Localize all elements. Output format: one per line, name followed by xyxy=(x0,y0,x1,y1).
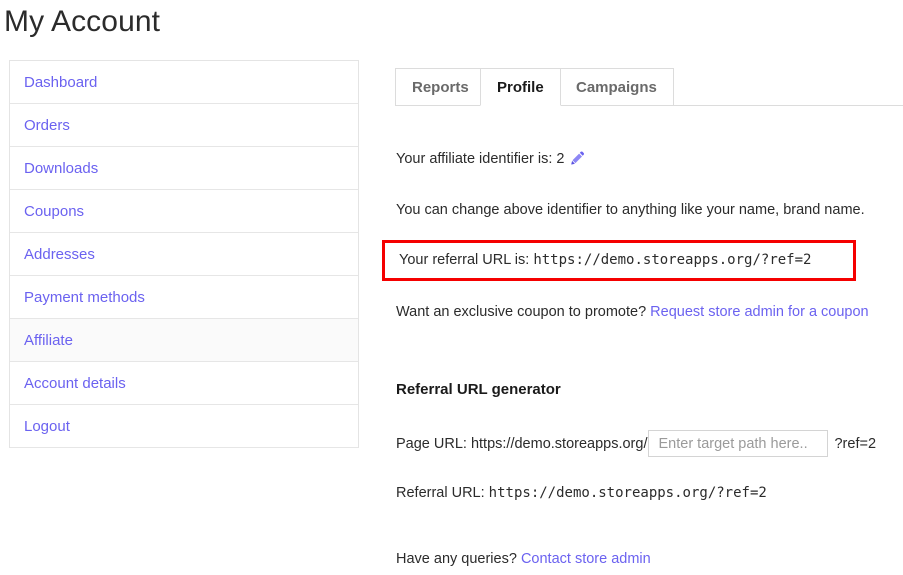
identifier-change-note: You can change above identifier to anyth… xyxy=(396,202,865,218)
generated-referral-url-value: https://demo.storeapps.org/?ref=2 xyxy=(488,485,767,501)
page-url-suffix: ?ref=2 xyxy=(834,435,877,452)
referral-url-value: https://demo.storeapps.org/?ref=2 xyxy=(533,252,812,268)
pencil-icon[interactable] xyxy=(570,150,586,166)
queries-text: Have any queries? xyxy=(396,551,517,567)
generated-referral-url-label: Referral URL: xyxy=(396,485,485,501)
queries-line: Have any queries? Contact store admin xyxy=(396,549,651,569)
affiliate-identifier-value: 2 xyxy=(556,151,565,167)
sidebar-link-orders[interactable]: Orders xyxy=(24,116,70,135)
sidebar-item-orders[interactable]: Orders xyxy=(10,104,358,147)
referral-url-highlight-box: Your referral URL is: https://demo.store… xyxy=(382,240,856,281)
sidebar-link-affiliate[interactable]: Affiliate xyxy=(24,331,73,350)
sidebar-link-dashboard[interactable]: Dashboard xyxy=(24,73,97,92)
sidebar-item-dashboard[interactable]: Dashboard xyxy=(10,61,358,104)
tab-reports[interactable]: Reports xyxy=(395,68,486,106)
affiliate-identifier-label: Your affiliate identifier is: xyxy=(396,151,553,167)
page-title: My Account xyxy=(4,5,161,38)
tab-profile[interactable]: Profile xyxy=(480,68,561,106)
coupon-request-line: Want an exclusive coupon to promote? Req… xyxy=(396,302,869,322)
sidebar-item-logout[interactable]: Logout xyxy=(10,405,358,448)
affiliate-panel: Reports Profile Campaigns Your affiliate… xyxy=(382,60,903,567)
tab-campaigns[interactable]: Campaigns xyxy=(559,68,674,106)
sidebar-item-affiliate[interactable]: Affiliate xyxy=(10,319,358,362)
coupon-request-text: Want an exclusive coupon to promote? xyxy=(396,304,647,320)
affiliate-tab-bar: Reports Profile Campaigns xyxy=(394,60,903,106)
referral-url-line: Your referral URL is: https://demo.store… xyxy=(399,252,811,268)
contact-store-admin-link[interactable]: Contact store admin xyxy=(521,551,651,567)
affiliate-identifier-line: Your affiliate identifier is: 2 xyxy=(396,149,586,169)
sidebar-link-account-details[interactable]: Account details xyxy=(24,374,126,393)
sidebar-link-payment-methods[interactable]: Payment methods xyxy=(24,288,145,307)
sidebar-item-coupons[interactable]: Coupons xyxy=(10,190,358,233)
generated-referral-url-line: Referral URL: https://demo.storeapps.org… xyxy=(396,483,767,503)
sidebar-link-coupons[interactable]: Coupons xyxy=(24,202,84,221)
sidebar-link-logout[interactable]: Logout xyxy=(24,417,70,436)
sidebar-item-downloads[interactable]: Downloads xyxy=(10,147,358,190)
sidebar-link-addresses[interactable]: Addresses xyxy=(24,245,95,264)
referral-url-label: Your referral URL is: xyxy=(399,252,530,268)
referral-url-generator-heading: Referral URL generator xyxy=(396,381,561,398)
sidebar-item-addresses[interactable]: Addresses xyxy=(10,233,358,276)
target-path-input[interactable] xyxy=(648,430,829,457)
page-url-row: Page URL: https://demo.storeapps.org/ ?r… xyxy=(396,430,876,457)
request-coupon-link[interactable]: Request store admin for a coupon xyxy=(650,304,868,320)
sidebar-item-payment-methods[interactable]: Payment methods xyxy=(10,276,358,319)
sidebar-item-account-details[interactable]: Account details xyxy=(10,362,358,405)
page-url-base: https://demo.storeapps.org/ xyxy=(470,435,648,452)
account-sidebar-nav: Dashboard Orders Downloads Coupons Addre… xyxy=(9,60,359,448)
sidebar-link-downloads[interactable]: Downloads xyxy=(24,159,98,178)
page-url-label: Page URL: xyxy=(396,435,467,452)
